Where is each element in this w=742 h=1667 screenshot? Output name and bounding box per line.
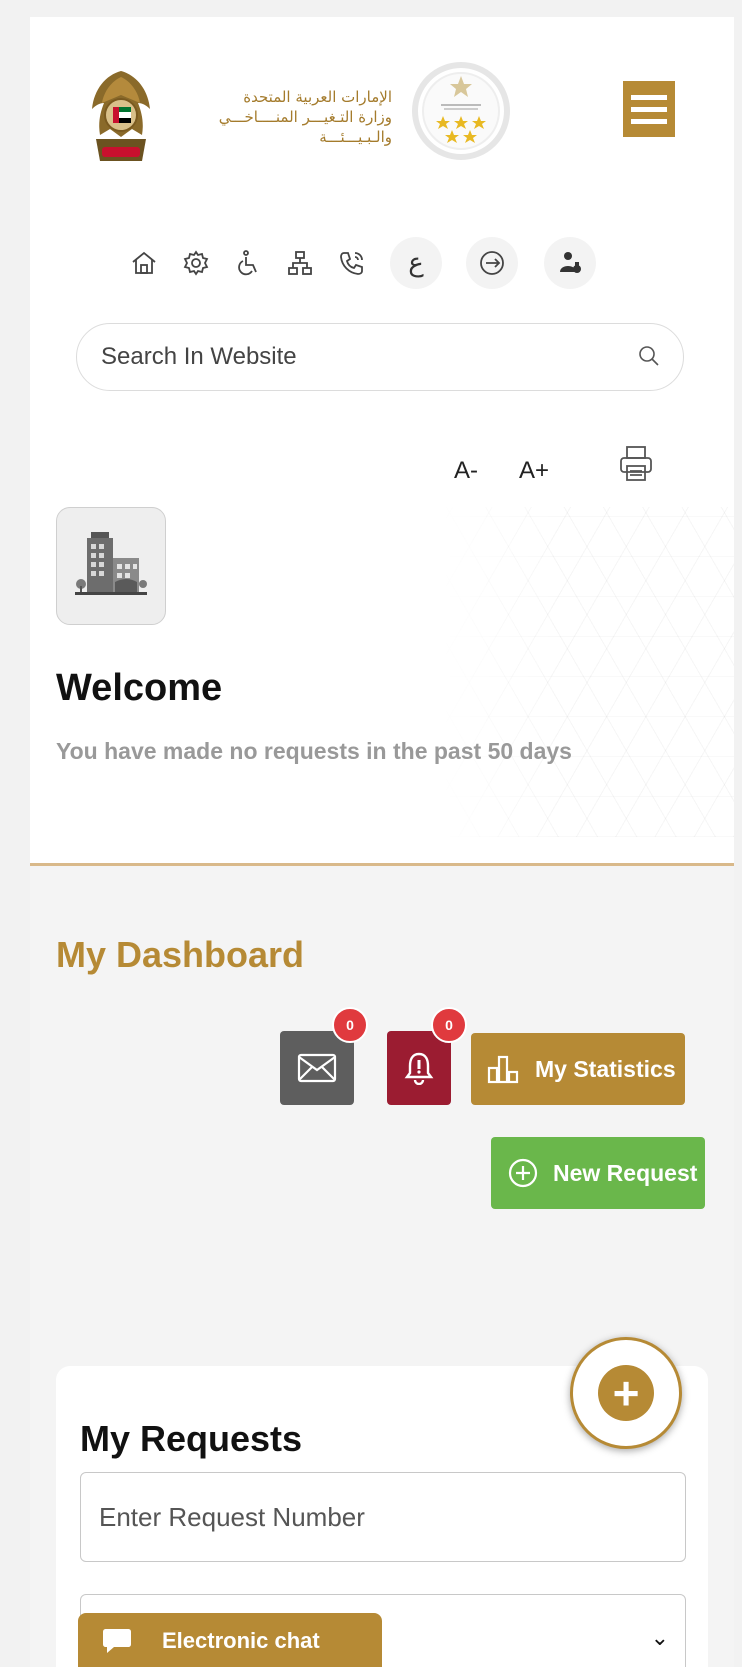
settings-icon[interactable]	[176, 243, 216, 283]
site-search	[76, 323, 684, 391]
search-icon[interactable]	[637, 344, 661, 368]
arabic-language-label: ع	[408, 248, 424, 278]
hamburger-icon	[631, 94, 667, 100]
user-profile-icon[interactable]	[544, 237, 596, 289]
messages-count-badge: 0	[332, 1007, 368, 1043]
welcome-title: Welcome	[56, 667, 223, 709]
notifications-count-badge: 0	[431, 1007, 467, 1043]
bar-chart-icon	[487, 1055, 519, 1084]
new-request-button[interactable]: New Request	[491, 1137, 705, 1209]
print-icon[interactable]	[618, 444, 654, 484]
accessibility-icon[interactable]	[228, 243, 268, 283]
request-number-input[interactable]	[80, 1472, 686, 1562]
dashboard-section: My Dashboard 0 0 My Statistics New Reque…	[30, 866, 734, 1667]
logout-icon[interactable]	[466, 237, 518, 289]
notifications-button[interactable]: 0	[387, 1007, 467, 1105]
ministry-name-line2: وزارة التـغيـــر المنــــاخـــي	[218, 108, 392, 126]
chat-bubble-icon	[103, 1629, 131, 1653]
building-icon	[75, 532, 147, 595]
font-decrease-button[interactable]: A-	[454, 457, 478, 485]
dashboard-title: My Dashboard	[56, 934, 305, 975]
welcome-subtitle: You have made no requests in the past 50…	[56, 738, 572, 764]
ministry-name-line3: والـبـيـــئـــة	[319, 128, 392, 146]
government-stars-logo	[412, 62, 510, 160]
electronic-chat-button[interactable]: Electronic chat	[78, 1613, 382, 1667]
plus-icon: +	[598, 1365, 654, 1421]
electronic-chat-label: Electronic chat	[162, 1628, 320, 1653]
home-icon[interactable]	[124, 243, 164, 283]
background-pattern	[440, 507, 734, 837]
header-section: الإمارات العربية المتحدة وزارة التـغيـــ…	[30, 17, 734, 863]
messages-button[interactable]: 0	[280, 1007, 368, 1105]
my-requests-title: My Requests	[80, 1418, 303, 1459]
bell-icon	[404, 1052, 434, 1085]
new-request-label: New Request	[553, 1159, 698, 1186]
accessibility-toolbar: ع	[30, 237, 734, 297]
arabic-language-icon[interactable]: ع	[390, 237, 442, 289]
chevron-down-icon: ⌄	[650, 1625, 669, 1650]
sitemap-icon[interactable]	[280, 243, 320, 283]
ministry-name: الإمارات العربية المتحدة وزارة التـغيـــ…	[160, 87, 392, 147]
my-statistics-label: My Statistics	[535, 1055, 676, 1082]
phone-icon[interactable]	[332, 243, 372, 283]
uae-emblem-logo	[92, 71, 150, 161]
my-statistics-button[interactable]: My Statistics	[471, 1033, 685, 1105]
envelope-icon	[297, 1053, 337, 1083]
company-avatar	[56, 507, 166, 625]
search-input[interactable]	[101, 334, 621, 380]
font-increase-button[interactable]: A+	[519, 457, 549, 485]
ministry-name-line1: الإمارات العربية المتحدة	[243, 88, 392, 106]
hamburger-menu-button[interactable]	[623, 81, 675, 137]
floating-add-button[interactable]: +	[570, 1337, 682, 1449]
add-circle-icon	[508, 1158, 538, 1188]
